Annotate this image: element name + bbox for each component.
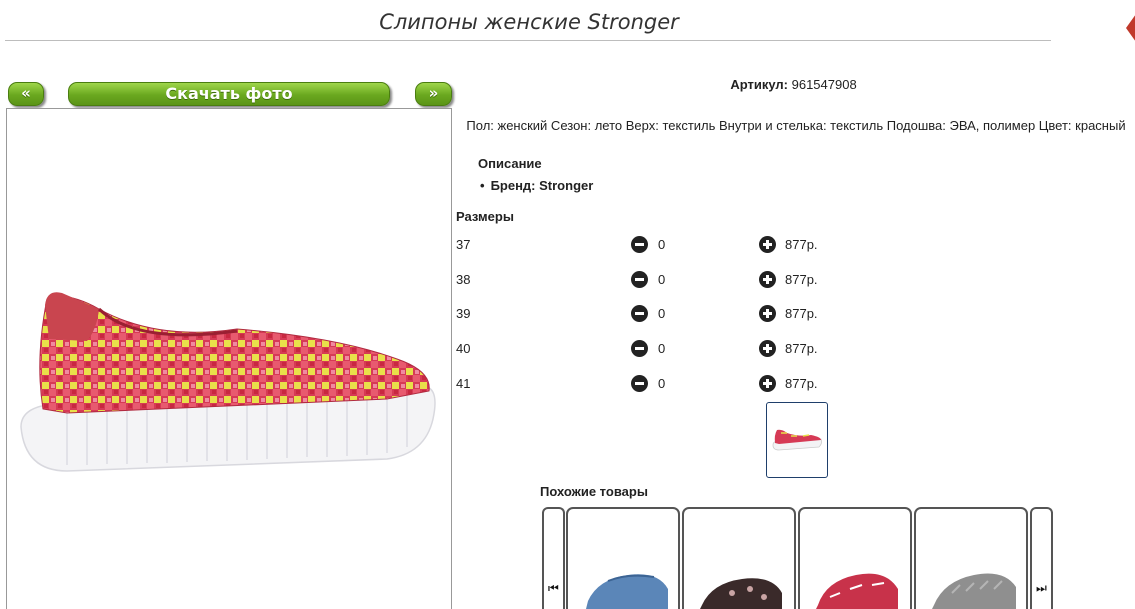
article-line: Артикул: 961547908 xyxy=(452,77,1135,92)
plus-icon[interactable] xyxy=(759,340,776,357)
similar-shoe-image xyxy=(816,573,898,609)
plus-icon[interactable] xyxy=(759,305,776,322)
size-price: 877р. xyxy=(785,272,818,287)
quantity-value: 0 xyxy=(658,376,666,391)
quantity-value: 0 xyxy=(658,272,666,287)
description-heading: Описание xyxy=(478,156,542,171)
size-label: 37 xyxy=(456,237,471,252)
next-photo-button[interactable]: » xyxy=(415,82,452,106)
similar-item[interactable] xyxy=(798,507,912,609)
size-label: 38 xyxy=(456,272,471,287)
article-value: 961547908 xyxy=(791,77,857,92)
similar-item[interactable] xyxy=(682,507,796,609)
bullet-icon: • xyxy=(480,178,485,193)
plus-icon[interactable] xyxy=(759,271,776,288)
size-label: 39 xyxy=(456,306,471,321)
size-row: 41 0 877р. xyxy=(456,374,856,394)
plus-icon[interactable] xyxy=(759,236,776,253)
product-thumbnail[interactable] xyxy=(766,402,828,478)
minus-icon[interactable] xyxy=(631,340,648,357)
quantity-value: 0 xyxy=(658,306,666,321)
prev-photo-button[interactable]: « xyxy=(8,82,44,106)
size-row: 39 0 877р. xyxy=(456,304,856,324)
skip-back-icon: ⏮ xyxy=(548,581,559,595)
skip-forward-icon: ⏭ xyxy=(1036,581,1047,595)
plus-icon[interactable] xyxy=(759,375,776,392)
similar-heading: Похожие товары xyxy=(540,484,648,499)
minus-icon[interactable] xyxy=(631,236,648,253)
sizes-heading: Размеры xyxy=(456,209,514,224)
corner-arrow-icon[interactable] xyxy=(1126,14,1135,42)
product-image[interactable] xyxy=(7,109,451,599)
brand-list-item: • Бренд: Stronger xyxy=(480,178,593,193)
product-image-panel xyxy=(6,108,452,609)
download-photo-button[interactable]: Скачать фото xyxy=(68,82,390,106)
size-price: 877р. xyxy=(785,237,818,252)
product-attributes: Пол: женский Сезон: лето Верх: текстиль … xyxy=(466,118,1126,133)
size-price: 877р. xyxy=(785,341,818,356)
minus-icon[interactable] xyxy=(631,375,648,392)
carousel-next-button[interactable]: ⏭ xyxy=(1030,507,1053,609)
quantity-value: 0 xyxy=(658,341,666,356)
similar-shoe-image xyxy=(700,578,782,609)
thumbnail-shoe-image xyxy=(772,429,823,451)
minus-icon[interactable] xyxy=(631,305,648,322)
minus-icon[interactable] xyxy=(631,271,648,288)
size-label: 41 xyxy=(456,376,471,391)
size-row: 37 0 877р. xyxy=(456,235,856,255)
title-divider xyxy=(5,40,1051,41)
similar-shoe-image xyxy=(586,574,668,609)
similar-item[interactable] xyxy=(566,507,680,609)
page-title: Слипоны женские Stronger xyxy=(379,10,679,34)
size-price: 877р. xyxy=(785,306,818,321)
similar-item[interactable] xyxy=(914,507,1028,609)
size-label: 40 xyxy=(456,341,471,356)
size-price: 877р. xyxy=(785,376,818,391)
size-row: 38 0 877р. xyxy=(456,270,856,290)
article-label: Артикул: xyxy=(730,77,788,92)
size-row: 40 0 877р. xyxy=(456,339,856,359)
quantity-value: 0 xyxy=(658,237,666,252)
similar-shoe-image xyxy=(932,573,1016,609)
brand-text: Бренд: Stronger xyxy=(490,178,594,193)
carousel-prev-button[interactable]: ⏮ xyxy=(542,507,565,609)
